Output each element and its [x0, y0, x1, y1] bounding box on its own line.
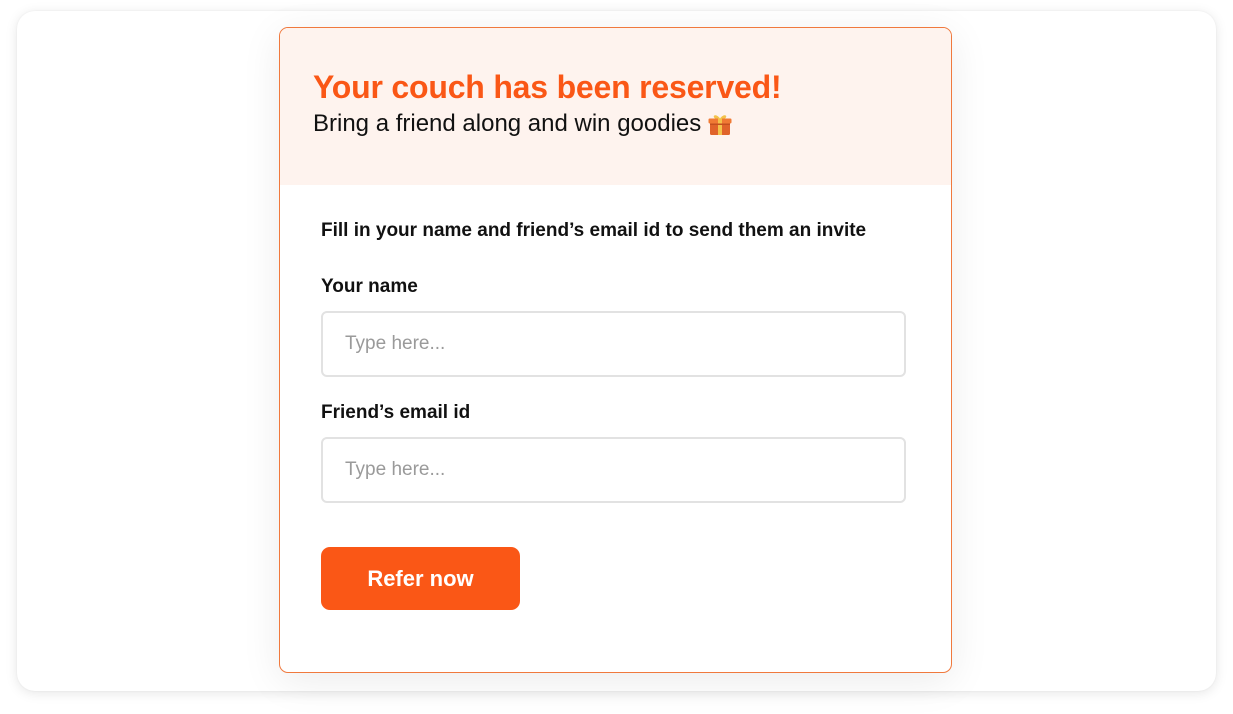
name-input[interactable]	[321, 311, 906, 377]
page-title: Your couch has been reserved!	[313, 69, 782, 105]
form-instruction: Fill in your name and friend’s email id …	[321, 220, 867, 241]
gift-icon	[707, 111, 733, 137]
page-subtitle: Bring a friend along and win goodies	[313, 109, 951, 139]
name-label: Your name	[321, 276, 418, 297]
subtitle-text: Bring a friend along and win goodies	[313, 110, 702, 137]
email-label: Friend’s email id	[321, 402, 471, 423]
referral-form: Fill in your name and friend’s email id …	[280, 185, 951, 610]
card-header: Your couch has been reserved! Bring a fr…	[280, 28, 951, 185]
friend-email-input[interactable]	[321, 437, 906, 503]
refer-now-button[interactable]: Refer now	[321, 547, 520, 610]
referral-card: Your couch has been reserved! Bring a fr…	[279, 27, 952, 673]
